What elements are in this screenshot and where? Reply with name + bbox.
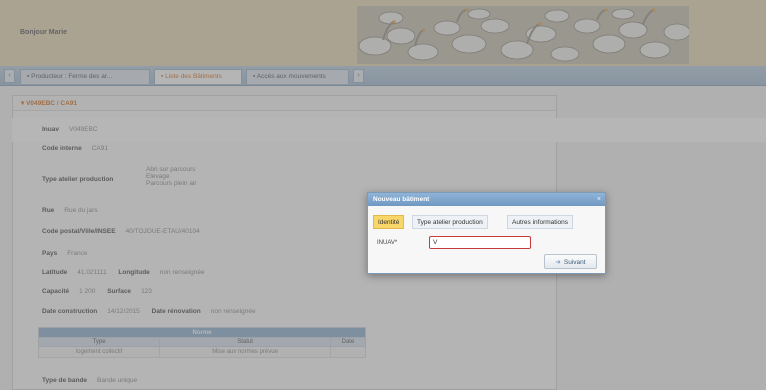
dialog-title[interactable]: Nouveau bâtiment xyxy=(368,193,605,206)
arrow-right-icon: ➔ xyxy=(555,258,561,266)
dialog-tab-type-atelier[interactable]: Type atelier production xyxy=(412,215,488,229)
inuav-input[interactable] xyxy=(429,236,531,249)
new-building-dialog: Nouveau bâtiment × Identité Type atelier… xyxy=(367,192,606,274)
dialog-tab-identite[interactable]: Identité xyxy=(373,215,405,229)
close-icon[interactable]: × xyxy=(597,193,601,206)
dialog-tab-autres-informations[interactable]: Autres informations xyxy=(507,215,573,229)
inuav-field-label: INUAV* xyxy=(377,240,398,246)
next-button[interactable]: ➔ Suivant xyxy=(544,254,597,269)
